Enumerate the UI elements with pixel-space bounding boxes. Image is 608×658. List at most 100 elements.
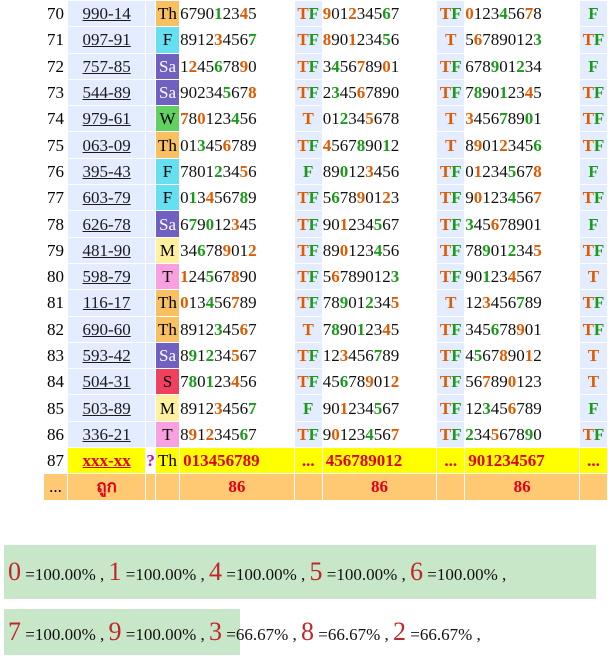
result-cell: TF — [293, 236, 323, 264]
digit-set-c: 234567890 — [464, 420, 580, 449]
question-mark: ? — [145, 447, 156, 475]
digit-set-a: 780123456 — [179, 157, 295, 186]
result-cell: TF — [436, 236, 466, 264]
draw-code-link[interactable]: 690-60 — [66, 315, 147, 343]
spacer-cell — [145, 289, 156, 317]
weekday-badge: Sa — [154, 78, 181, 107]
predicted-set-b: 456789012 — [321, 447, 438, 475]
weekday-badge: Th — [154, 315, 181, 343]
result-cell: F — [578, 157, 608, 186]
spacer-cell — [145, 210, 156, 238]
digit-percentage: =66.67% — [314, 625, 385, 644]
pending-result: ... — [293, 447, 323, 475]
draw-code-link[interactable]: 336-21 — [66, 420, 147, 449]
digit-set-c: 012345678 — [464, 157, 580, 186]
table-row: 72 757-85 Sa 124567890 TF 345678901 TF 67890123… — [43, 52, 608, 80]
row-index: 80 — [43, 262, 68, 291]
result-cell: TF — [293, 289, 323, 317]
digit-set-b: 345678901 — [321, 52, 438, 80]
table-row: 81 116-17 Th 013456789 TF 789012345 T 123456789… — [43, 289, 608, 317]
spacer-cell — [145, 105, 156, 133]
digit-value: 9 — [108, 617, 122, 646]
spacer-cell — [436, 473, 466, 501]
digit-set-b: 890123456 — [321, 157, 438, 186]
digit-percentage: =100.00% — [222, 565, 301, 584]
digit-set-b: 901234567 — [321, 0, 438, 28]
draw-code-link[interactable]: 979-61 — [66, 105, 147, 133]
digit-value: 3 — [209, 617, 222, 646]
draw-code-link[interactable]: 097-91 — [66, 26, 147, 54]
digit-set-b: 456789012 — [321, 368, 438, 396]
correct-count-a: 86 — [179, 473, 295, 501]
correct-count-c: 86 — [464, 473, 580, 501]
result-cell: TF — [436, 262, 466, 291]
row-index: 78 — [43, 210, 68, 238]
row-index: 86 — [43, 420, 68, 449]
draw-code-link[interactable]: 481-90 — [66, 236, 147, 264]
spacer-cell — [154, 473, 181, 501]
row-index: 72 — [43, 52, 68, 80]
result-cell: F — [578, 394, 608, 422]
weekday-badge: W — [154, 105, 181, 133]
draw-code-link[interactable]: 395-43 — [66, 157, 147, 186]
weekday-badge: F — [154, 184, 181, 212]
digit-set-a: 891234567 — [179, 26, 295, 54]
digit-percentage: =100.00% — [121, 625, 201, 644]
digit-set-b: 012345678 — [321, 105, 438, 133]
prediction-code-link[interactable]: xxx-xx — [66, 447, 147, 475]
separator: , — [301, 565, 310, 584]
draw-code-link[interactable]: 503-89 — [66, 394, 147, 422]
result-cell: TF — [578, 236, 608, 264]
draw-code-link[interactable]: 504-31 — [66, 368, 147, 396]
result-cell: TF — [578, 26, 608, 54]
result-cell: F — [578, 0, 608, 28]
weekday-badge: Sa — [154, 210, 181, 238]
draw-code-link[interactable]: 990-14 — [66, 0, 147, 28]
spacer-cell — [145, 52, 156, 80]
digit-percentage: =66.67% — [406, 625, 477, 644]
row-index: 83 — [43, 341, 68, 370]
digit-set-a: 891234567 — [179, 341, 295, 370]
table-row: 73 544-89 Sa 902345678 TF 234567890 TF 78901234… — [43, 78, 608, 107]
digit-set-c: 901234567 — [464, 262, 580, 291]
separator: , — [384, 625, 393, 644]
row-index: 82 — [43, 315, 68, 343]
spacer-cell — [145, 131, 156, 159]
result-cell: TF — [293, 420, 323, 449]
result-cell: T — [436, 26, 466, 54]
digit-set-a: 013456789 — [179, 184, 295, 212]
draw-code-link[interactable]: 603-79 — [66, 184, 147, 212]
result-cell: T — [578, 341, 608, 370]
spacer-cell — [145, 236, 156, 264]
draw-code-link[interactable]: 626-78 — [66, 210, 147, 238]
draw-code-link[interactable]: 063-09 — [66, 131, 147, 159]
result-cell: TF — [436, 394, 466, 422]
spacer-cell — [145, 368, 156, 396]
weekday-badge: Sa — [154, 52, 181, 80]
draw-code-link[interactable]: 116-17 — [66, 289, 147, 317]
digit-set-a: 891234567 — [179, 315, 295, 343]
stats-line-2: 7 =100.00% , 9 =100.00% , 3 =66.67% , 8 … — [8, 617, 481, 647]
draw-code-link[interactable]: 598-79 — [66, 262, 147, 291]
table-row: 77 603-79 F 013456789 TF 567890123 TF 901234567… — [43, 184, 608, 212]
weekday-badge: Th — [154, 289, 181, 317]
result-cell: TF — [293, 262, 323, 291]
table-row: 82 690-60 Th 891234567 T 789012345 TF 345678901… — [43, 315, 608, 343]
result-cell: TF — [578, 420, 608, 449]
digit-set-c: 345678901 — [464, 315, 580, 343]
draw-code-link[interactable]: 544-89 — [66, 78, 147, 107]
digit-percentage: =100.00% — [21, 565, 100, 584]
digit-set-a: 124567890 — [179, 262, 295, 291]
digit-set-b: 901234567 — [321, 210, 438, 238]
draw-code-link[interactable]: 757-85 — [66, 52, 147, 80]
digit-value: 4 — [209, 557, 222, 586]
draw-code-link[interactable]: 593-42 — [66, 341, 147, 370]
result-cell: TF — [578, 105, 608, 133]
weekday-badge: M — [154, 236, 181, 264]
row-index: ... — [43, 473, 68, 501]
table-row: 85 503-89 M 891234567 F 901234567 TF 123456789 F — [43, 394, 608, 422]
result-cell: TF — [436, 210, 466, 238]
digit-percentage: =100.00% — [21, 625, 100, 644]
digit-value: 2 — [393, 617, 406, 646]
digit-set-a: 346789012 — [179, 236, 295, 264]
